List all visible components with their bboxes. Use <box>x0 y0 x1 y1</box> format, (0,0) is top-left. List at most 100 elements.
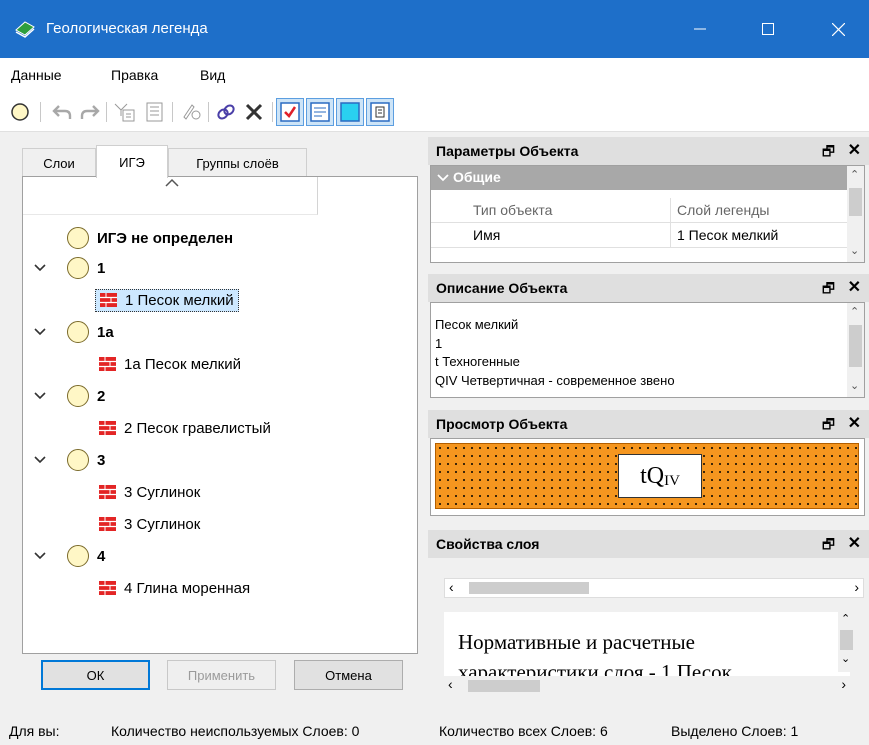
tree-item-ige-4[interactable]: 4 <box>33 542 105 570</box>
menu-view[interactable]: Вид <box>200 67 225 83</box>
menu-data[interactable]: Данные <box>11 67 62 83</box>
tree-item-layer[interactable]: 1а Песок мелкий <box>99 350 241 378</box>
close-icon[interactable]: ✕ <box>848 277 861 297</box>
desc-textbox[interactable]: Песок мелкий 1 t Техногенные QIV Четверт… <box>430 302 865 398</box>
selected-item[interactable]: 1 Песок мелкий <box>95 288 239 312</box>
close-button[interactable] <box>815 0 861 58</box>
chevron-down-icon[interactable] <box>33 327 47 337</box>
float-icon[interactable]: 🗗 <box>822 278 835 302</box>
tree-item-layer[interactable]: 3 Суглинок <box>99 478 200 506</box>
close-icon[interactable]: ✕ <box>848 533 861 553</box>
grid-row-key: Тип объекта <box>459 198 671 223</box>
tree-item-label: 2 Песок гравелистый <box>124 419 271 437</box>
grid-row-value: Слой легенды <box>677 202 770 218</box>
preview-panel-header: Просмотр Объекта 🗗 ✕ <box>428 410 869 438</box>
desc-panel-header: Описание Объекта 🗗 ✕ <box>428 274 869 302</box>
props-panel-title: Свойства слоя <box>436 536 540 552</box>
chevron-down-icon[interactable] <box>33 551 47 561</box>
redo-icon <box>80 105 100 119</box>
properties-icon <box>370 102 390 122</box>
layer-index-label: tQ IV <box>618 454 702 498</box>
status-bar: Для вы: Количество неиспользуемых Слоев:… <box>0 718 869 745</box>
tree-item-layer[interactable]: 3 Суглинок <box>99 510 200 538</box>
tab-ige[interactable]: ИГЭ <box>96 145 168 178</box>
chevron-down-icon[interactable] <box>33 263 47 273</box>
toggle-properties-button[interactable] <box>366 98 394 126</box>
list-button[interactable] <box>143 100 167 124</box>
ige-tree[interactable]: ИГЭ не определен 1 1 Песок мелкий 1а 1а … <box>22 176 418 654</box>
layer-hatch-preview: tQ IV <box>435 443 859 509</box>
minimize-button[interactable] <box>677 0 723 58</box>
scroll-right-icon[interactable]: › <box>854 579 859 595</box>
status-unused-count: Количество неиспользуемых Слоев: 0 <box>111 723 360 739</box>
tree-item-ige-2[interactable]: 2 <box>33 382 105 410</box>
tree-item-layer[interactable]: 2 Песок гравелистый <box>99 414 271 442</box>
toggle-description-button[interactable] <box>306 98 334 126</box>
tab-layers[interactable]: Слои <box>22 148 96 178</box>
scroll-thumb[interactable] <box>469 582 589 594</box>
maximize-button[interactable] <box>745 0 791 58</box>
scroll-thumb[interactable] <box>849 188 862 216</box>
status-hint: Для вы: <box>9 723 60 739</box>
filter-button[interactable] <box>113 100 137 124</box>
params-scrollbar[interactable]: ⌃ ⌄ <box>847 166 864 262</box>
scroll-down-icon[interactable]: ⌄ <box>850 379 859 392</box>
props-text: Нормативные и расчетные <box>458 630 695 654</box>
scroll-up-icon[interactable]: ⌃ <box>850 168 859 181</box>
apply-button[interactable]: Применить <box>167 660 276 690</box>
scroll-left-icon[interactable]: ‹ <box>448 676 453 692</box>
ok-button[interactable]: ОК <box>41 660 150 690</box>
new-ige-button[interactable] <box>8 100 32 124</box>
toggle-params-button[interactable] <box>276 98 304 126</box>
params-grid: Общие Тип объекта Слой легенды Имя 1 Пес… <box>430 165 865 263</box>
float-icon[interactable]: 🗗 <box>822 141 835 165</box>
float-icon[interactable]: 🗗 <box>822 534 835 558</box>
scroll-up-icon[interactable]: ⌃ <box>841 612 850 625</box>
tab-layer-groups[interactable]: Группы слоёв <box>168 148 307 178</box>
menu-edit[interactable]: Правка <box>111 67 158 83</box>
grid-group-general[interactable]: Общие <box>431 166 849 190</box>
chevron-down-icon[interactable] <box>33 391 47 401</box>
tree-item-layer[interactable]: 1 Песок мелкий <box>95 286 239 314</box>
scroll-up-icon[interactable]: ⌃ <box>850 305 859 318</box>
scroll-thumb[interactable] <box>840 630 853 650</box>
index-sub: IV <box>664 472 680 489</box>
undo-button[interactable] <box>50 100 74 124</box>
toggle-preview-button[interactable] <box>336 98 364 126</box>
scroll-thumb[interactable] <box>468 680 540 692</box>
status-selected-count: Выделено Слоев: 1 <box>671 723 799 739</box>
redo-button[interactable] <box>78 100 102 124</box>
grid-row[interactable]: Имя 1 Песок мелкий <box>431 223 849 248</box>
close-icon[interactable]: ✕ <box>848 413 861 433</box>
chevron-down-icon[interactable] <box>33 455 47 465</box>
title-bar: Геологическая легенда <box>0 0 869 58</box>
delete-button[interactable] <box>242 100 266 124</box>
desc-scrollbar[interactable]: ⌃ ⌄ <box>847 303 864 397</box>
props-vscroll[interactable]: ⌃ ⌄ <box>838 612 855 672</box>
float-icon[interactable]: 🗗 <box>822 414 835 438</box>
grid-row-value[interactable]: 1 Песок мелкий <box>671 227 778 243</box>
layer-icon <box>100 293 117 307</box>
props-hscroll-bottom[interactable]: ‹ › <box>444 676 850 696</box>
tree-item-ige-3[interactable]: 3 <box>33 446 105 474</box>
close-icon[interactable]: ✕ <box>848 140 861 160</box>
tree-item-ige-1[interactable]: 1 <box>33 254 105 282</box>
toolbar-separator <box>40 102 41 122</box>
cancel-button[interactable]: Отмена <box>294 660 403 690</box>
scroll-down-icon[interactable]: ⌄ <box>841 652 850 665</box>
tree-item-label: 3 <box>97 451 106 469</box>
maximize-icon <box>762 23 774 35</box>
link-button[interactable] <box>214 100 238 124</box>
scroll-down-icon[interactable]: ⌄ <box>850 244 859 257</box>
scroll-right-icon[interactable]: › <box>841 676 846 692</box>
edit-button[interactable] <box>180 100 204 124</box>
tree-item-ige-1a[interactable]: 1а <box>33 318 114 346</box>
scroll-left-icon[interactable]: ‹ <box>449 579 454 595</box>
chevron-up-icon[interactable] <box>165 178 179 188</box>
tree-item-ige-undefined[interactable]: ИГЭ не определен <box>67 224 233 252</box>
tree-item-layer[interactable]: 4 Глина моренная <box>99 574 250 602</box>
menu-bar: Данные Правка Вид <box>0 58 869 92</box>
index-main: tQ <box>640 462 665 489</box>
props-hscroll-top[interactable]: ‹ › <box>444 578 864 598</box>
scroll-thumb[interactable] <box>849 325 862 367</box>
